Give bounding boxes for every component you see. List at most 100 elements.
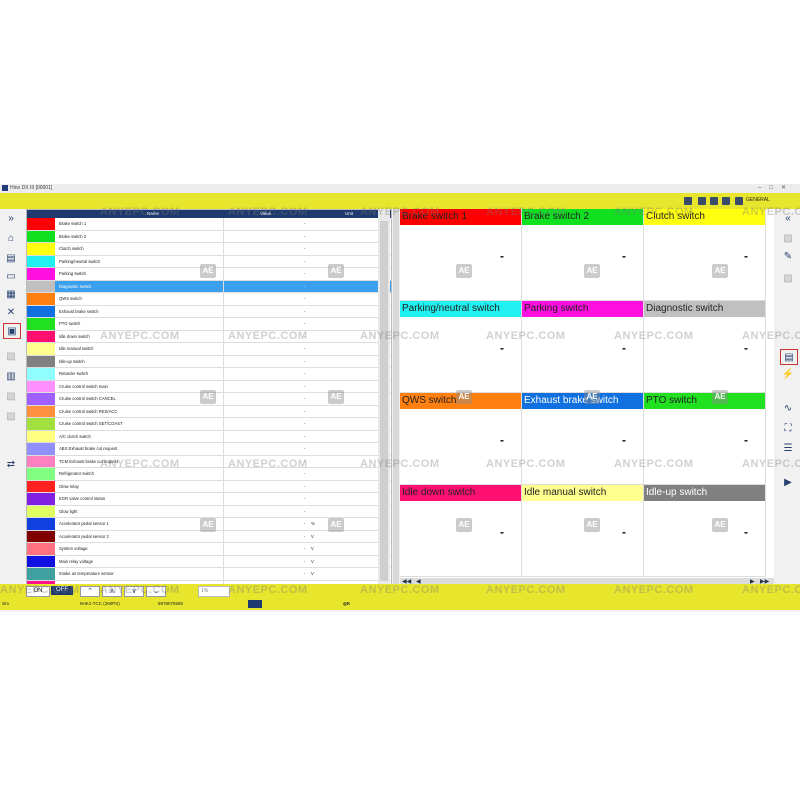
- table-row[interactable]: Glow relay -: [27, 480, 391, 493]
- chart-icon[interactable]: ▥: [3, 369, 19, 383]
- row-color-swatch: [27, 493, 55, 505]
- table-row[interactable]: ABS Exhaust brake cut request -: [27, 443, 391, 456]
- collapse-icon[interactable]: «: [780, 211, 796, 225]
- can-icon[interactable]: ▦: [3, 287, 19, 301]
- table-row[interactable]: Refrigerator switch -: [27, 468, 391, 481]
- table-row[interactable]: A/C clutch switch -: [27, 430, 391, 443]
- window-controls[interactable]: –□✕: [758, 184, 794, 193]
- table-row[interactable]: Idle manual switch -: [27, 343, 391, 356]
- table-row[interactable]: Idle-up switch -: [27, 355, 391, 368]
- table-row[interactable]: PTO switch -: [27, 318, 391, 331]
- save-icon[interactable]: [684, 197, 692, 205]
- ecu-icon[interactable]: ▤: [3, 251, 19, 265]
- signal-tile[interactable]: Exhaust brake switch -: [522, 393, 644, 485]
- signal-tile[interactable]: Parking/neutral switch -: [400, 301, 522, 393]
- connect-icon[interactable]: ⇄: [3, 457, 19, 471]
- page-up-button[interactable]: ∧: [102, 586, 122, 597]
- tools-icon[interactable]: ✕: [3, 305, 19, 319]
- signal-tile[interactable]: Idle manual switch -: [522, 485, 644, 577]
- monitor-icon[interactable]: ▣: [3, 323, 21, 339]
- table-row[interactable]: Main relay voltage - V: [27, 555, 391, 568]
- table-row[interactable]: QWS switch -: [27, 293, 391, 306]
- table-row[interactable]: TCM Exhaust brake cut request -: [27, 455, 391, 468]
- signal-tile[interactable]: Diagnostic switch -: [644, 301, 766, 393]
- table-row[interactable]: Intake air temperature sensor - V: [27, 568, 391, 581]
- graph-icon[interactable]: ▧: [780, 271, 796, 285]
- table-row[interactable]: Exhaust brake switch -: [27, 305, 391, 318]
- signal-tile[interactable]: Brake switch 1 -: [400, 209, 522, 301]
- row-unit: V: [311, 571, 314, 576]
- table-row[interactable]: Cruise control switch CANCEL -: [27, 393, 391, 406]
- user-icon[interactable]: [735, 197, 743, 205]
- row-name: Parking switch: [59, 271, 86, 276]
- signal-tile[interactable]: QWS switch -: [400, 393, 522, 485]
- column-divider: [223, 568, 224, 580]
- signal-tile[interactable]: PTO switch -: [644, 393, 766, 485]
- column-divider: [223, 255, 224, 267]
- dtc-icon[interactable]: ▭: [3, 269, 19, 283]
- table-row[interactable]: Parking/neutral switch -: [27, 255, 391, 268]
- edit-icon[interactable]: [722, 197, 730, 205]
- signal-tile[interactable]: Clutch switch -: [644, 209, 766, 301]
- row-name: System voltage: [59, 546, 88, 551]
- edit-icon[interactable]: ✎: [780, 249, 796, 263]
- signal-tile[interactable]: Idle down switch -: [400, 485, 522, 577]
- table-row[interactable]: Accelerator pedal sensor 1 -%: [27, 518, 391, 531]
- status-serial: 8978078580: [158, 601, 184, 606]
- tile-value: -: [744, 525, 748, 539]
- table-row[interactable]: Accelerator pedal sensor 2 -V: [27, 530, 391, 543]
- pane-splitter[interactable]: [393, 209, 399, 584]
- grid-icon[interactable]: ☰: [780, 441, 796, 455]
- row-name: Idle-up switch: [59, 358, 85, 364]
- table-row[interactable]: Clutch switch -: [27, 243, 391, 256]
- table-row[interactable]: Glow light -: [27, 505, 391, 518]
- table-row[interactable]: Idle down switch -: [27, 330, 391, 343]
- slot-value[interactable]: 1%: [198, 586, 230, 597]
- row-value: -: [304, 271, 306, 276]
- play-icon[interactable]: ▶: [780, 475, 796, 489]
- gear-icon[interactable]: [710, 197, 718, 205]
- table-row[interactable]: System voltage - V: [27, 543, 391, 556]
- page-last-button[interactable]: ⌄: [146, 586, 166, 597]
- table-scrollbar[interactable]: [378, 209, 390, 584]
- wave-icon[interactable]: ∿: [780, 401, 796, 415]
- off-button[interactable]: OFF: [51, 586, 73, 595]
- tile-value: -: [500, 341, 504, 355]
- column-header-unit[interactable]: Unit: [345, 210, 353, 218]
- table-row[interactable]: EGR valve control status -: [27, 493, 391, 506]
- column-header-name[interactable]: Name: [147, 210, 159, 218]
- scrollbar-thumb[interactable]: [380, 221, 388, 581]
- column-header-value[interactable]: Value: [260, 210, 271, 218]
- page-first-button[interactable]: ⌃: [80, 586, 100, 597]
- row-name: Exhaust brake switch: [59, 308, 99, 314]
- column-divider: [223, 230, 224, 242]
- column-divider: [223, 455, 224, 467]
- page-down-button[interactable]: ∨: [124, 586, 144, 597]
- table-row[interactable]: Cruise control switch main -: [27, 380, 391, 393]
- gear-icon[interactable]: ▧: [3, 349, 19, 363]
- signal-tile[interactable]: Parking switch -: [522, 301, 644, 393]
- table-row[interactable]: Cruise control switch SET/COAST -: [27, 418, 391, 431]
- signal-tile[interactable]: Brake switch 2 -: [522, 209, 644, 301]
- flash-icon[interactable]: ⚡: [780, 367, 796, 381]
- folder-icon[interactable]: ▧: [3, 389, 19, 403]
- lock-icon[interactable]: ▧: [3, 409, 19, 423]
- table-row[interactable]: Cruise control switch RES/ACC -: [27, 405, 391, 418]
- home-icon[interactable]: ⌂: [3, 231, 19, 245]
- fullscreen-icon[interactable]: ⛶: [780, 421, 796, 435]
- table-row[interactable]: Retarder switch -: [27, 368, 391, 381]
- row-name: Idle manual switch: [59, 346, 94, 351]
- print-icon[interactable]: [698, 197, 706, 205]
- print-icon[interactable]: ▧: [780, 231, 796, 245]
- signal-tile[interactable]: Idle-up switch -: [644, 485, 766, 577]
- table-row[interactable]: Brake switch 2 -: [27, 230, 391, 243]
- table-row[interactable]: Diagnostic switch -: [27, 280, 391, 293]
- monitor-icon[interactable]: ▤: [780, 349, 798, 365]
- table-row[interactable]: Parking switch -: [27, 268, 391, 281]
- row-value: -: [304, 521, 306, 526]
- table-row[interactable]: Brake switch 1 -: [27, 218, 391, 231]
- row-value: -: [304, 346, 306, 351]
- row-value: -: [304, 446, 306, 451]
- collapse-icon[interactable]: »: [3, 211, 19, 225]
- on-button[interactable]: ON: [26, 586, 50, 597]
